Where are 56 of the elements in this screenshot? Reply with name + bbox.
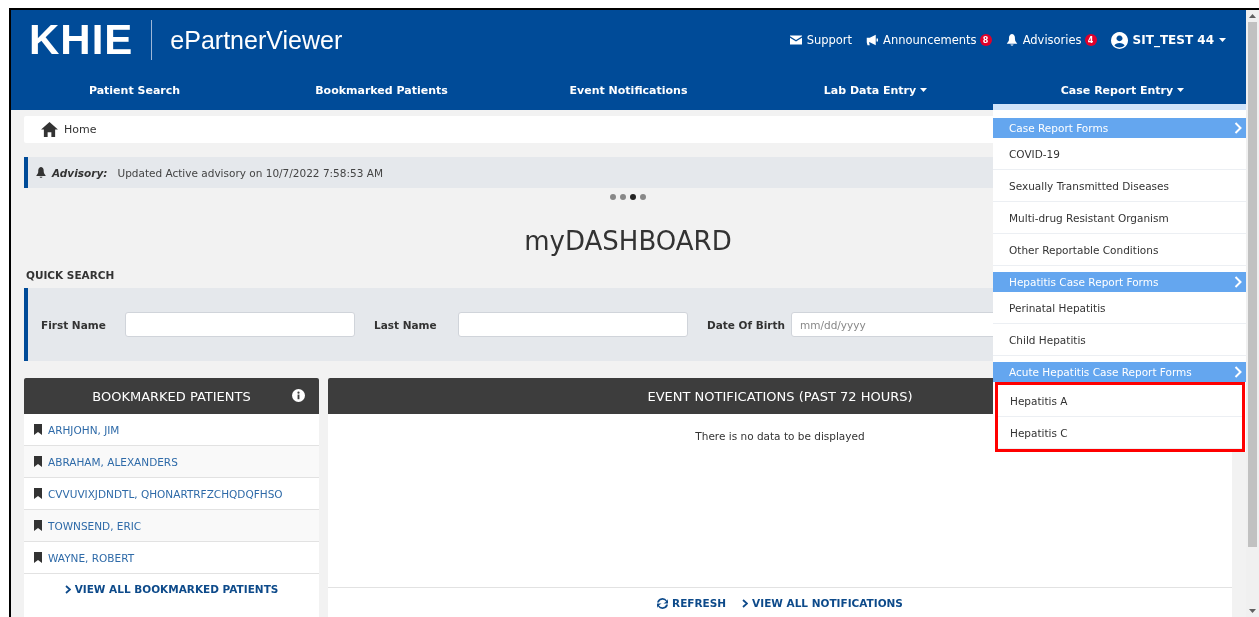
refresh-link[interactable]: REFRESH: [657, 597, 727, 609]
patient-link[interactable]: ABRAHAM, ALEXANDERS: [48, 455, 178, 468]
refresh-icon: [657, 597, 669, 609]
nav-tab[interactable]: Patient Search: [11, 70, 258, 110]
advisory-label: Advisory:: [52, 166, 108, 179]
chevron-icon: [1234, 122, 1242, 134]
count-badge: 8: [979, 34, 992, 46]
patient-link[interactable]: WAYNE, ROBERT: [48, 551, 135, 564]
bookmark-icon: [34, 456, 42, 467]
bookmark-icon: [34, 424, 42, 435]
page-title: myDASHBOARD: [524, 225, 732, 257]
bookmark-icon: [34, 520, 42, 531]
chevron-icon: [1234, 276, 1242, 288]
field-label: First Name: [41, 318, 107, 331]
patient-link[interactable]: TOWNSEND, ERIC: [48, 519, 142, 532]
panel-title: BOOKMARKED PATIENTS: [92, 388, 251, 404]
chevron-icon: [742, 598, 749, 608]
empty-message: There is no data to be displayed: [695, 430, 865, 444]
patient-link[interactable]: ARHJOHN, JIM: [48, 423, 120, 436]
bookmark-icon: [34, 552, 42, 563]
nav-tab[interactable]: Case Report Entry: [999, 70, 1246, 110]
nav-tab[interactable]: Lab Data Entry: [752, 70, 999, 110]
view-all-link[interactable]: VIEW ALL BOOKMARKED PATIENTS: [64, 583, 279, 595]
info-icon[interactable]: [292, 389, 305, 402]
input-field[interactable]: [458, 312, 688, 337]
user-menu[interactable]: SIT_TEST 44: [1110, 31, 1226, 49]
logo[interactable]: KHIE: [29, 19, 134, 61]
advisory-text: Updated Active advisory on 10/7/2022 7:58:53 AM: [117, 166, 383, 179]
app-title: ePartnerViewer: [170, 25, 343, 55]
header-link[interactable]: Announcements 8: [866, 33, 992, 47]
megaphone-icon: [866, 34, 879, 46]
scrollbar[interactable]: [1246, 10, 1259, 617]
count-badge: 4: [1084, 34, 1097, 46]
field-label: Date Of Birth: [707, 318, 787, 331]
breadcrumb-link[interactable]: Home: [64, 123, 97, 136]
carousel-dot[interactable]: [630, 194, 636, 200]
header-link[interactable]: Support: [789, 33, 853, 47]
home-icon[interactable]: [41, 122, 58, 137]
panel-title: EVENT NOTIFICATIONS (PAST 72 HOURS): [647, 388, 913, 404]
carousel-dot[interactable]: [640, 194, 646, 200]
header-link[interactable]: Advisories 4: [1005, 33, 1097, 47]
nav-tab[interactable]: Event Notifications: [505, 70, 752, 110]
patient-link[interactable]: CVVUVIXJDNDTL, QHONARTRFZCHQDQFHSO: [48, 487, 283, 500]
bell-icon: [1005, 34, 1018, 46]
chevron-icon: [64, 584, 71, 594]
bell-icon: [36, 167, 46, 178]
input-field[interactable]: [125, 312, 355, 337]
field-label: Last Name: [374, 318, 438, 331]
section-heading: QUICK SEARCH: [26, 269, 116, 281]
view-all-link[interactable]: VIEW ALL NOTIFICATIONS: [742, 597, 903, 609]
nav-tab[interactable]: Bookmarked Patients: [258, 70, 505, 110]
envelope-icon: [789, 34, 802, 46]
carousel-dot[interactable]: [620, 194, 626, 200]
carousel-dot[interactable]: [610, 194, 616, 200]
bookmark-icon: [34, 488, 42, 499]
chevron-icon: [1234, 366, 1242, 378]
